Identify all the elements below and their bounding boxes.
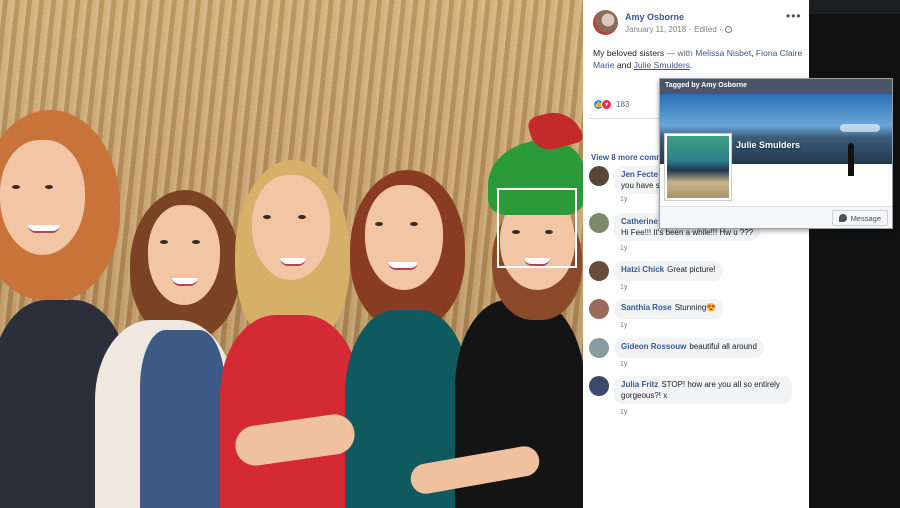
commenter-name[interactable]: Jen Fecte [621, 170, 658, 179]
comment-time[interactable]: 1y [620, 284, 627, 291]
comment-time[interactable]: 1y [620, 322, 627, 329]
background-strip [809, 0, 900, 508]
post-caption: My beloved sisters — with Melissa Nisbet… [593, 48, 803, 70]
commenter-avatar[interactable] [589, 338, 609, 358]
photo-viewer: Amy Osborne January 11, 2018 · Edited · … [0, 0, 900, 508]
edited-label[interactable]: · Edited · [689, 25, 721, 34]
top-bar [809, 0, 900, 14]
commenter-name[interactable]: Julia Fritz [621, 380, 658, 389]
comment-text: beautiful all around [689, 342, 757, 351]
post-panel: Amy Osborne January 11, 2018 · Edited · … [583, 0, 809, 508]
comment-item: Hatzi Chick Great picture! [589, 261, 723, 281]
comment-item: Julia Fritz STOP! how are you all so enti… [589, 376, 792, 404]
globe-icon[interactable] [724, 26, 732, 33]
commenter-avatar[interactable] [589, 166, 609, 186]
commenter-avatar[interactable] [589, 261, 609, 281]
caption-text: My beloved sisters [593, 48, 665, 58]
hovercard-header: Tagged by Amy Osborne [660, 79, 892, 94]
comment-bubble: Julia Fritz STOP! how are you all so enti… [614, 376, 792, 404]
message-label: Message [850, 213, 881, 223]
love-reaction-icon: ♥ [601, 99, 612, 110]
messenger-icon [838, 214, 847, 222]
profile-picture[interactable] [665, 134, 731, 200]
comment-text: Stunning😍 [674, 303, 717, 312]
tag-hovercard: Tagged by Amy Osborne Julie Smulders Mes… [659, 78, 893, 229]
comment-item: Gideon Rossouw beautiful all around [589, 338, 764, 358]
tagged-julie[interactable]: Julie Smulders [634, 60, 690, 70]
post-meta: January 11, 2018 · Edited · [625, 25, 732, 34]
commenter-avatar[interactable] [589, 376, 609, 396]
comment-bubble: Hatzi Chick Great picture! [614, 261, 723, 281]
message-button[interactable]: Message [831, 210, 888, 226]
author-name[interactable]: Amy Osborne [625, 12, 684, 22]
comment-text: Hi Fee!!! It's been a while!!! Hw u ??? [621, 228, 754, 237]
comment-text: Great picture! [667, 265, 716, 274]
tagged-melissa[interactable]: Melissa Nisbet [695, 48, 751, 58]
post-photo[interactable] [0, 0, 583, 508]
comment-bubble: Santhia Rose Stunning😍 [614, 299, 724, 319]
comment-bubble: Gideon Rossouw beautiful all around [614, 338, 764, 358]
comment-time[interactable]: 1y [620, 196, 627, 203]
hovercard-name[interactable]: Julie Smulders [736, 140, 800, 150]
comment-item: Jen Fecte you have s [589, 166, 668, 194]
commenter-avatar[interactable] [589, 299, 609, 319]
caption-and: and [614, 60, 634, 70]
caption-with: — with [664, 48, 696, 58]
comment-item: Santhia Rose Stunning😍 [589, 299, 724, 319]
comment-time[interactable]: 1y [620, 245, 627, 252]
hovercard-footer: Message [660, 206, 892, 228]
post-date[interactable]: January 11, 2018 [625, 25, 686, 34]
commenter-avatar[interactable] [589, 213, 609, 233]
reactions-count[interactable]: 183 [616, 100, 629, 109]
view-more-comments[interactable]: View 8 more comm [591, 153, 663, 162]
comment-text: you have s [621, 181, 660, 190]
commenter-name[interactable]: Santhia Rose [621, 303, 672, 312]
reactions-bar[interactable]: 👍 ♥ 183 [593, 99, 629, 110]
comment-time[interactable]: 1y [620, 409, 627, 416]
commenter-name[interactable]: Gideon Rossouw [621, 342, 686, 351]
author-avatar[interactable] [593, 10, 618, 35]
more-options-icon[interactable]: ••• [786, 9, 802, 23]
face-tag-box[interactable] [497, 188, 577, 268]
commenter-name[interactable]: Hatzi Chick [621, 265, 664, 274]
comment-time[interactable]: 1y [620, 361, 627, 368]
commenter-name[interactable]: Catherine [621, 217, 658, 226]
